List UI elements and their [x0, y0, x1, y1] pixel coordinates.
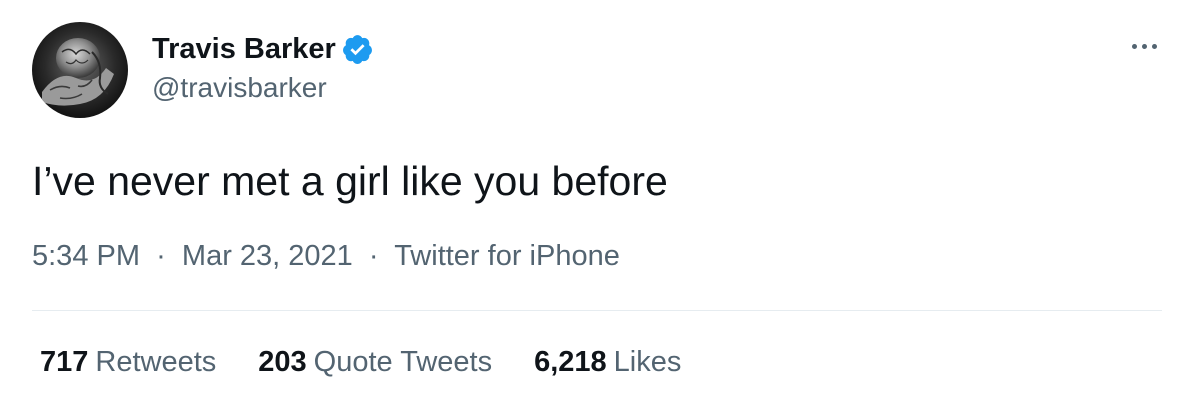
tweet-card: Travis Barker @travisbarker I’ve never m… — [0, 0, 1192, 410]
more-dot — [1141, 43, 1147, 49]
more-dot — [1151, 43, 1157, 49]
retweets-stat[interactable]: 717 Retweets — [40, 346, 216, 379]
tweet-source[interactable]: Twitter for iPhone — [394, 240, 620, 272]
more-dot — [1131, 43, 1137, 49]
meta-separator: · — [148, 240, 174, 272]
tweet-date[interactable]: Mar 23, 2021 — [182, 240, 353, 272]
quote-tweets-count: 203 — [258, 346, 307, 378]
avatar[interactable] — [32, 22, 128, 118]
author-handle[interactable]: @travisbarker — [152, 72, 327, 104]
retweets-count: 717 — [40, 346, 89, 378]
quote-tweets-label: Quote Tweets — [313, 346, 493, 378]
author-name-row: Travis Barker — [152, 30, 374, 68]
more-horizontal-icon[interactable] — [1124, 34, 1164, 58]
tweet-meta: 5:34 PM · Mar 23, 2021 · Twitter for iPh… — [32, 240, 620, 273]
meta-separator: · — [360, 240, 387, 272]
tweet-text: I’ve never met a girl like you before — [32, 158, 668, 204]
divider — [32, 310, 1162, 311]
quote-tweets-stat[interactable]: 203 Quote Tweets — [258, 346, 492, 379]
author-display-name[interactable]: Travis Barker — [152, 33, 336, 66]
tweet-stats: 717 Retweets 203 Quote Tweets 6,218 Likes — [40, 346, 723, 379]
likes-stat[interactable]: 6,218 Likes — [534, 346, 681, 379]
tweet-time[interactable]: 5:34 PM — [32, 240, 140, 272]
verified-badge-icon — [342, 34, 372, 64]
likes-count: 6,218 — [534, 346, 607, 378]
likes-label: Likes — [613, 346, 682, 378]
retweets-label: Retweets — [95, 346, 217, 378]
avatar-image — [32, 22, 128, 118]
